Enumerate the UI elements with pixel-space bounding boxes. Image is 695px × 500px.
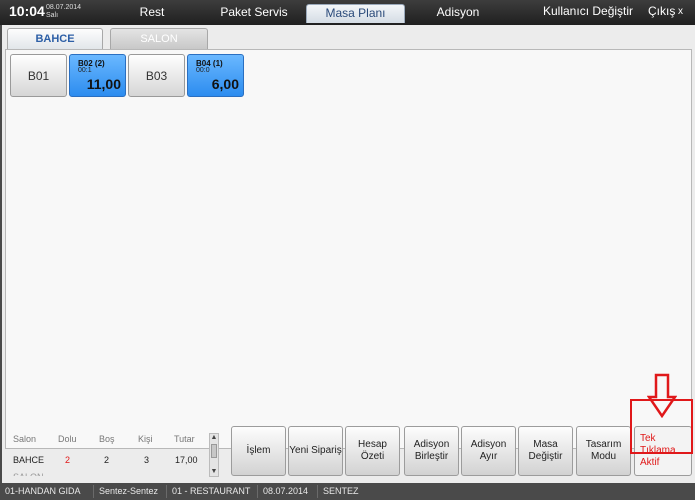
summary-header-dolu: Dolu xyxy=(58,434,77,444)
table-plan-panel: BAHCE SALON B01 B02 (2) 00:1 11,00 B03 B… xyxy=(2,25,695,483)
table-b03[interactable]: B03 xyxy=(128,54,185,97)
table-label: B01 xyxy=(27,69,50,83)
summary-header-kisi: Kişi xyxy=(138,434,153,444)
summary-scrollbar[interactable]: ▲ ▼ xyxy=(209,433,219,477)
nav-paket-servis[interactable]: Paket Servis xyxy=(214,4,294,23)
summary-bos: 2 xyxy=(104,455,110,465)
adisyon-birlestir-button[interactable]: Adisyon Birleştir xyxy=(404,426,459,476)
status-user: Sentez-Sentez xyxy=(93,485,158,498)
summary-tutar: 17,00 xyxy=(175,455,198,465)
clock: 10:04 xyxy=(9,3,45,19)
table-amount: 6,00 xyxy=(211,76,239,92)
tab-bahce[interactable]: BAHCE xyxy=(7,28,103,49)
date-text: 08.07.2014 xyxy=(46,4,82,11)
summary-header-tutar: Tutar xyxy=(174,434,195,444)
hesap-ozeti-button[interactable]: Hesap Özeti xyxy=(345,426,400,476)
status-module: 01 - RESTAURANT xyxy=(166,485,250,498)
summary-next-row: SALON xyxy=(13,471,53,476)
table-b04[interactable]: B04 (1) 00:0 6,00 xyxy=(187,54,244,97)
table-time: 00:0 xyxy=(196,67,210,74)
status-company: 01-HANDAN GIDA xyxy=(5,486,81,496)
nav-rest[interactable]: Rest xyxy=(112,4,192,23)
scroll-up-icon[interactable]: ▲ xyxy=(210,434,218,442)
summary-header-salon: Salon xyxy=(13,434,37,444)
summary-table: Salon Dolu Boş Kişi Tutar BAHCE 2 2 3 17… xyxy=(2,425,227,480)
table-b02[interactable]: B02 (2) 00:1 11,00 xyxy=(69,54,126,97)
table-canvas: B01 B02 (2) 00:1 11,00 B03 B04 (1) 00:0 … xyxy=(5,49,692,449)
tab-salon[interactable]: SALON xyxy=(110,28,208,49)
scroll-down-icon[interactable]: ▼ xyxy=(210,468,218,476)
summary-salon: BAHCE xyxy=(13,455,45,465)
tasarim-modu-button[interactable]: Tasarım Modu xyxy=(576,426,631,476)
table-label: B03 xyxy=(145,69,168,83)
logout-link[interactable]: Çıkış xyxy=(648,4,675,18)
yeni-siparis-button[interactable]: Yeni Sipariş xyxy=(288,426,343,476)
islem-button[interactable]: İşlem xyxy=(231,426,286,476)
table-b01[interactable]: B01 xyxy=(10,54,67,97)
summary-dolu: 2 xyxy=(65,455,71,465)
close-icon[interactable]: x xyxy=(678,6,683,17)
status-brand: SENTEZ xyxy=(317,485,359,498)
status-date: 08.07.2014 xyxy=(257,485,308,498)
status-bar: 01-HANDAN GIDA Sentez-Sentez 01 - RESTAU… xyxy=(0,483,695,500)
scroll-thumb[interactable] xyxy=(211,444,217,458)
adisyon-ayir-button[interactable]: Adisyon Ayır xyxy=(461,426,516,476)
date-display: 08.07.2014 Salı xyxy=(46,4,81,20)
nav-masa-plani[interactable]: Masa Planı xyxy=(306,4,405,23)
table-amount: 11,00 xyxy=(86,76,121,92)
nav-adisyon[interactable]: Adisyon xyxy=(418,4,498,23)
summary-kisi: 3 xyxy=(144,455,150,465)
arrow-down-icon xyxy=(647,373,677,418)
user-switch-link[interactable]: Kullanıcı Değiştir xyxy=(543,4,633,18)
summary-header-bos: Boş xyxy=(99,434,115,444)
masa-degistir-button[interactable]: Masa Değiştir xyxy=(518,426,573,476)
table-time: 00:1 xyxy=(78,67,92,74)
top-bar: 10:04 08.07.2014 Salı Rest Paket Servis … xyxy=(0,0,695,25)
day-text: Salı xyxy=(46,12,59,19)
